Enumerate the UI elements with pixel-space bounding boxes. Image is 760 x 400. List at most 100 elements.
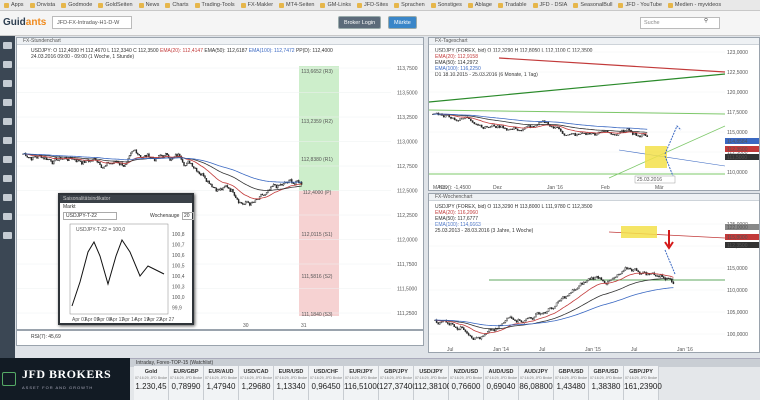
daily-candle <box>559 128 562 132</box>
rsi-label: RSI(7): 45,69 <box>31 334 61 340</box>
quote-tile[interactable]: EUR/USD 07:16:29, JFD Broke 1,13340 <box>274 366 309 400</box>
price-tick: 112,5000 <box>397 189 418 195</box>
quote-tile[interactable]: USD/CHF 07:16:29, JFD Broke 0,96450 <box>309 366 344 400</box>
hourly-candle <box>250 202 252 206</box>
bookmark-item[interactable]: JFD-Sites <box>357 2 388 8</box>
markets-button[interactable]: Märkte <box>388 16 417 29</box>
bookmark-item[interactable]: MT4-Seiten <box>279 2 314 8</box>
weekly-candle <box>506 318 508 321</box>
quote-tile[interactable]: EUR/GBP 07:16:29, JFD Broke 0,78990 <box>169 366 204 400</box>
hourly-candle <box>223 185 226 188</box>
quote-tile[interactable]: AUD/USD 07:16:29, JFD Broke 0,69040 <box>484 366 519 400</box>
folder-icon[interactable] <box>3 213 12 220</box>
bookmark-item[interactable]: GM-Links <box>320 2 351 8</box>
hourly-candle <box>247 201 250 203</box>
symbol-select[interactable]: USDJPY-T-22 <box>63 212 117 220</box>
daily-candle <box>496 125 499 129</box>
daily-price-chart[interactable]: 123,0000 122,5000 120,0000 117,5000 115,0000… <box>429 46 759 191</box>
bookmark-item[interactable]: GoldSeiten <box>98 2 133 8</box>
weekly-candle <box>525 318 527 321</box>
weekly-candle <box>533 316 535 320</box>
bookmark-item[interactable]: Ablage <box>467 2 492 8</box>
broker-login-button[interactable]: Broker Login <box>338 16 382 29</box>
bookmark-item[interactable]: JFD - DSIA <box>532 2 567 8</box>
daily-candle <box>491 124 494 127</box>
hourly-candle <box>229 188 231 192</box>
weekly-price-chart[interactable]: 125,0000120,0000115,0000110,0000105,0000… <box>429 202 759 353</box>
quote-tile[interactable]: EUR/AUD 07:16:29, JFD Broke 1,47940 <box>204 366 239 400</box>
cloud-icon[interactable] <box>3 232 12 239</box>
hourly-candle <box>207 180 209 182</box>
quote-tile[interactable]: NZD/USD 07:16:29, JFD Broke 0,76600 <box>449 366 484 400</box>
weekly-candle <box>543 312 545 314</box>
quote-symbol: EUR/GBP <box>173 369 199 375</box>
hourly-candle <box>110 163 112 165</box>
search-icon[interactable]: ⚲ <box>704 18 708 24</box>
broker-banner[interactable]: JFD BROKERS ASSET FOR AND GROWTH <box>0 358 130 400</box>
calendar-icon[interactable] <box>3 156 12 163</box>
news-icon[interactable] <box>3 118 12 125</box>
bookmark-item[interactable]: News <box>138 2 159 8</box>
workspace-tab[interactable]: JFD-FX-Intraday-H1-D-W <box>52 16 132 29</box>
daily-candle <box>592 133 595 135</box>
quote-time: 07:16:29, JFD Broke <box>554 376 588 380</box>
quote-tile[interactable]: GBP/JPY 07:16:29, JFD Broke 161,23900 <box>624 366 662 400</box>
search-icon[interactable] <box>3 80 12 87</box>
bookmark-item[interactable]: Onvista <box>29 2 55 8</box>
list-icon[interactable] <box>3 61 12 68</box>
folder-icon[interactable] <box>3 194 12 201</box>
date-tick: Feb <box>601 185 610 191</box>
weekly-candle <box>616 274 619 278</box>
daily-candle <box>556 126 559 128</box>
folder-icon[interactable] <box>3 137 12 144</box>
hourly-candle <box>281 183 283 186</box>
bookmark-item[interactable]: Medien - myvideos <box>667 2 721 8</box>
bookmark-item[interactable]: FX-Makler <box>240 2 273 8</box>
quote-tile[interactable]: USD/JPY 07:16:29, JFD Broke 112,38100 <box>414 366 451 400</box>
weekly-candle <box>591 277 593 280</box>
quote-price: 1.230,45 <box>135 382 167 391</box>
price-tick: 112,0000 <box>397 238 418 244</box>
bookmark-item[interactable]: Charts <box>165 2 189 8</box>
bookmark-item[interactable]: Trading-Tools <box>194 2 235 8</box>
bookmark-item[interactable]: Godmode <box>61 2 92 8</box>
weekly-candle <box>618 274 620 276</box>
app-toolbar: Guidants JFD-FX-Intraday-H1-D-W Broker L… <box>0 11 760 36</box>
quote-tile[interactable]: EUR/JPY 07:16:29, JFD Broke 116,51000 <box>344 366 381 400</box>
window-title: Saisonalitätsindikator <box>60 195 192 203</box>
daily-candle <box>615 134 618 136</box>
bookmark-item[interactable]: Sprachen <box>394 2 425 8</box>
bookmark-item[interactable]: Apps <box>4 2 24 8</box>
quote-tile[interactable]: GBP/USD 07:16:29, JFD Broke 1,38380 <box>589 366 624 400</box>
chart-icon[interactable] <box>3 99 12 106</box>
daily-candle <box>487 126 490 128</box>
quote-tile[interactable]: USD/CAD 07:16:29, JFD Broke 1,29680 <box>239 366 274 400</box>
quote-tile[interactable]: GBP/JPY 07:16:29, JFD Broke 127,37400 <box>379 366 417 400</box>
weekly-candle <box>623 269 625 272</box>
hourly-candle <box>145 155 147 158</box>
daily-candle <box>563 133 566 136</box>
monitor-icon[interactable] <box>3 42 12 49</box>
bookmark-item[interactable]: JFD - YouTube <box>618 2 662 8</box>
daily-candle <box>628 128 631 131</box>
hourly-candle <box>53 160 55 165</box>
quote-tile[interactable]: AUD/JPY 07:16:29, JFD Broke 86,08800 <box>519 366 554 400</box>
quote-time: 07:16:29, JFD Broke <box>274 376 308 380</box>
hourly-candle <box>242 202 244 205</box>
app-logo[interactable]: Guidants <box>3 17 46 28</box>
quote-tile[interactable]: GBP/USD 07:16:29, JFD Broke 1,43480 <box>554 366 589 400</box>
weekly-candle <box>456 327 459 330</box>
weekly-candle <box>655 274 657 277</box>
seasonality-window[interactable]: Saisonalitätsindikator Markt USDJPY-T-22… <box>58 193 194 325</box>
lookback-input[interactable]: 20 <box>182 212 194 220</box>
quote-price: 1,29680 <box>241 382 271 391</box>
tools-icon[interactable] <box>3 175 12 182</box>
bookmark-item[interactable]: Tradable <box>498 2 527 8</box>
weekly-candle <box>519 319 521 321</box>
quote-tile[interactable]: Gold 07:16:29, JFD Broke 1.230,45 <box>134 366 169 400</box>
bookmark-item[interactable]: Sonstiges <box>430 2 462 8</box>
bookmark-item[interactable]: SeasonalBull <box>573 2 612 8</box>
hourly-candle <box>205 178 208 182</box>
price-tick: 113,0000 <box>397 140 418 146</box>
hourly-candle <box>48 158 51 160</box>
